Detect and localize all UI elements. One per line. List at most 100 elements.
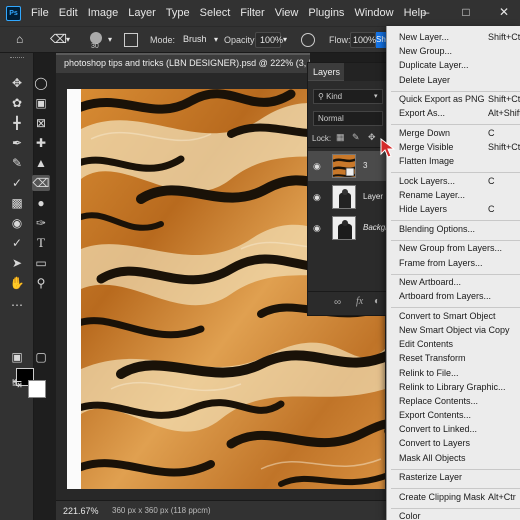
- menu-item-replace-contents[interactable]: Replace Contents...: [399, 396, 520, 409]
- brush-preset-picker[interactable]: 30: [86, 30, 106, 50]
- zoom-level[interactable]: 221.67%: [63, 506, 99, 516]
- menu-item-duplicate-layer[interactable]: Duplicate Layer...: [399, 60, 520, 73]
- brush-tool-icon[interactable]: ✎: [8, 155, 26, 171]
- add-mask-icon[interactable]: ◐: [374, 296, 380, 307]
- menu-select[interactable]: Select: [200, 7, 231, 19]
- pen-tool-icon[interactable]: ✓: [8, 235, 26, 251]
- type-tool-icon[interactable]: T: [32, 235, 50, 251]
- move-tool-icon[interactable]: ✥: [8, 75, 26, 91]
- history-brush-icon[interactable]: ✓: [8, 175, 26, 191]
- brush-settings-icon[interactable]: [124, 33, 138, 47]
- menu-item-new-artboard[interactable]: New Artboard...: [399, 277, 520, 290]
- menu-item-convert-to-smart-object[interactable]: Convert to Smart Object: [399, 311, 520, 324]
- menu-item-delete-layer[interactable]: Delete Layer: [399, 75, 520, 88]
- ellipse-marquee-icon[interactable]: ◯: [32, 75, 50, 91]
- eraser-tool-icon[interactable]: ⌫: [50, 32, 67, 46]
- layer-name[interactable]: 3: [363, 161, 367, 170]
- visibility-eye-icon[interactable]: ◉: [313, 223, 321, 234]
- menu-item-color[interactable]: Color: [399, 511, 520, 520]
- menu-item-merge-down[interactable]: Merge Down C: [399, 128, 520, 141]
- menu-item-export-as[interactable]: Export As... Alt+Shift+Ct: [399, 108, 520, 121]
- lock-transparency-icon[interactable]: ▦: [336, 132, 345, 143]
- menu-item-convert-to-linked[interactable]: Convert to Linked...: [399, 424, 520, 437]
- background-color-swatch[interactable]: [28, 380, 46, 398]
- share-icon[interactable]: ↹: [8, 375, 26, 391]
- more-tools-icon[interactable]: ⋯: [8, 297, 26, 313]
- zoom-tool-icon[interactable]: ⚲: [32, 275, 50, 291]
- crop-tool-icon[interactable]: ╋: [8, 115, 26, 131]
- stamp-tool-icon[interactable]: ▲: [32, 155, 50, 171]
- menu-item-lock-layers[interactable]: Lock Layers... C: [399, 176, 520, 189]
- flow-field[interactable]: 100%: [350, 32, 376, 48]
- blur-tool-icon[interactable]: ●: [32, 195, 50, 211]
- lock-position-icon[interactable]: ✥: [368, 132, 376, 143]
- menu-item-mask-all-objects[interactable]: Mask All Objects: [399, 453, 520, 466]
- menu-item-hide-layers[interactable]: Hide Layers C: [399, 204, 520, 217]
- lock-pixels-icon[interactable]: ✎: [352, 132, 360, 143]
- menu-item-export-contents[interactable]: Export Contents...: [399, 410, 520, 423]
- visibility-eye-icon[interactable]: ◉: [313, 192, 321, 203]
- menu-item-new-layer[interactable]: New Layer... Shift+Ctr: [399, 32, 520, 45]
- chevron-down-icon[interactable]: ▾: [283, 35, 287, 44]
- menu-item-rasterize-layer[interactable]: Rasterize Layer: [399, 472, 520, 485]
- rectangle-tool-icon[interactable]: ▭: [32, 255, 50, 271]
- quick-mask-icon[interactable]: ▣: [8, 349, 26, 365]
- menu-image[interactable]: Image: [88, 7, 119, 19]
- lasso-tool-icon[interactable]: ✿: [8, 95, 26, 111]
- close-icon[interactable]: ✕: [496, 4, 512, 20]
- menu-edit[interactable]: Edit: [59, 7, 78, 19]
- layer-row-layer[interactable]: ◉ Layer: [308, 182, 388, 212]
- healing-brush-icon[interactable]: ✚: [32, 135, 50, 151]
- path-select-icon[interactable]: ➤: [8, 255, 26, 271]
- menu-item-create-clipping-mask[interactable]: Create Clipping Mask Alt+Ctr: [399, 492, 520, 505]
- menu-type[interactable]: Type: [166, 7, 190, 19]
- gradient-tool-icon[interactable]: ▩: [8, 195, 26, 211]
- menu-item-rename-layer[interactable]: Rename Layer...: [399, 190, 520, 203]
- menu-layer[interactable]: Layer: [128, 7, 156, 19]
- menu-item-new-group[interactable]: New Group...: [399, 46, 520, 59]
- menu-filter[interactable]: Filter: [240, 7, 264, 19]
- pressure-opacity-icon[interactable]: [301, 33, 315, 47]
- menu-item-new-smart-object-via-copy[interactable]: New Smart Object via Copy: [399, 325, 520, 338]
- menu-view[interactable]: View: [275, 7, 299, 19]
- dodge-tool-icon[interactable]: ◉: [8, 215, 26, 231]
- maximize-icon[interactable]: □: [458, 4, 474, 20]
- chevron-down-icon[interactable]: ▾: [214, 35, 218, 44]
- menu-window[interactable]: Window: [354, 7, 393, 19]
- minimize-icon[interactable]: –: [418, 4, 434, 20]
- screen-mode-icon[interactable]: ▢: [32, 349, 50, 365]
- document-tab[interactable]: photoshop tips and tricks (LBN DESIGNER)…: [56, 53, 310, 73]
- hand-tool-icon[interactable]: ✋: [8, 275, 26, 291]
- opacity-field[interactable]: 100%: [255, 32, 283, 48]
- layer-name[interactable]: Layer: [363, 192, 383, 201]
- menu-item-frame-from-layers[interactable]: Frame from Layers...: [399, 258, 520, 271]
- chevron-down-icon[interactable]: ▾: [66, 35, 70, 44]
- home-icon[interactable]: ⌂: [16, 32, 23, 46]
- visibility-eye-icon[interactable]: ◉: [313, 161, 321, 172]
- menu-item-blending-options[interactable]: Blending Options...: [399, 224, 520, 237]
- menu-item-new-group-from-layers[interactable]: New Group from Layers...: [399, 243, 520, 256]
- link-layers-icon[interactable]: ∞: [334, 297, 341, 308]
- menu-item-flatten-image[interactable]: Flatten Image: [399, 156, 520, 169]
- object-select-icon[interactable]: ▣: [32, 95, 50, 111]
- menu-item-reset-transform[interactable]: Reset Transform: [399, 353, 520, 366]
- document-info[interactable]: 360 px x 360 px (118 ppcm): [112, 506, 211, 515]
- menu-item-artboard-from-layers[interactable]: Artboard from Layers...: [399, 291, 520, 304]
- layer-row-background[interactable]: ◉ Backgr: [308, 213, 388, 243]
- blend-mode-select[interactable]: Normal: [313, 111, 383, 126]
- menu-item-merge-visible[interactable]: Merge Visible Shift+Ct: [399, 142, 520, 155]
- chevron-down-icon[interactable]: ▾: [108, 35, 112, 44]
- layers-tab[interactable]: Layers: [308, 63, 344, 81]
- menu-item-relink-to-file[interactable]: Relink to File...: [399, 368, 520, 381]
- eyedropper-icon[interactable]: ✒: [8, 135, 26, 151]
- fx-icon[interactable]: fx: [356, 296, 363, 307]
- menu-item-edit-contents[interactable]: Edit Contents: [399, 339, 520, 352]
- pen-tool-icon[interactable]: ✑: [32, 215, 50, 231]
- mode-select[interactable]: Brush: [179, 32, 213, 48]
- menu-plugins[interactable]: Plugins: [308, 7, 344, 19]
- menu-item-convert-to-layers[interactable]: Convert to Layers: [399, 438, 520, 451]
- layer-row-3[interactable]: ◉ 3: [308, 151, 388, 181]
- layer-filter-select[interactable]: ⚲ Kind ▾: [313, 89, 383, 104]
- menu-file[interactable]: File: [31, 7, 49, 19]
- layer-name[interactable]: Backgr: [363, 223, 388, 232]
